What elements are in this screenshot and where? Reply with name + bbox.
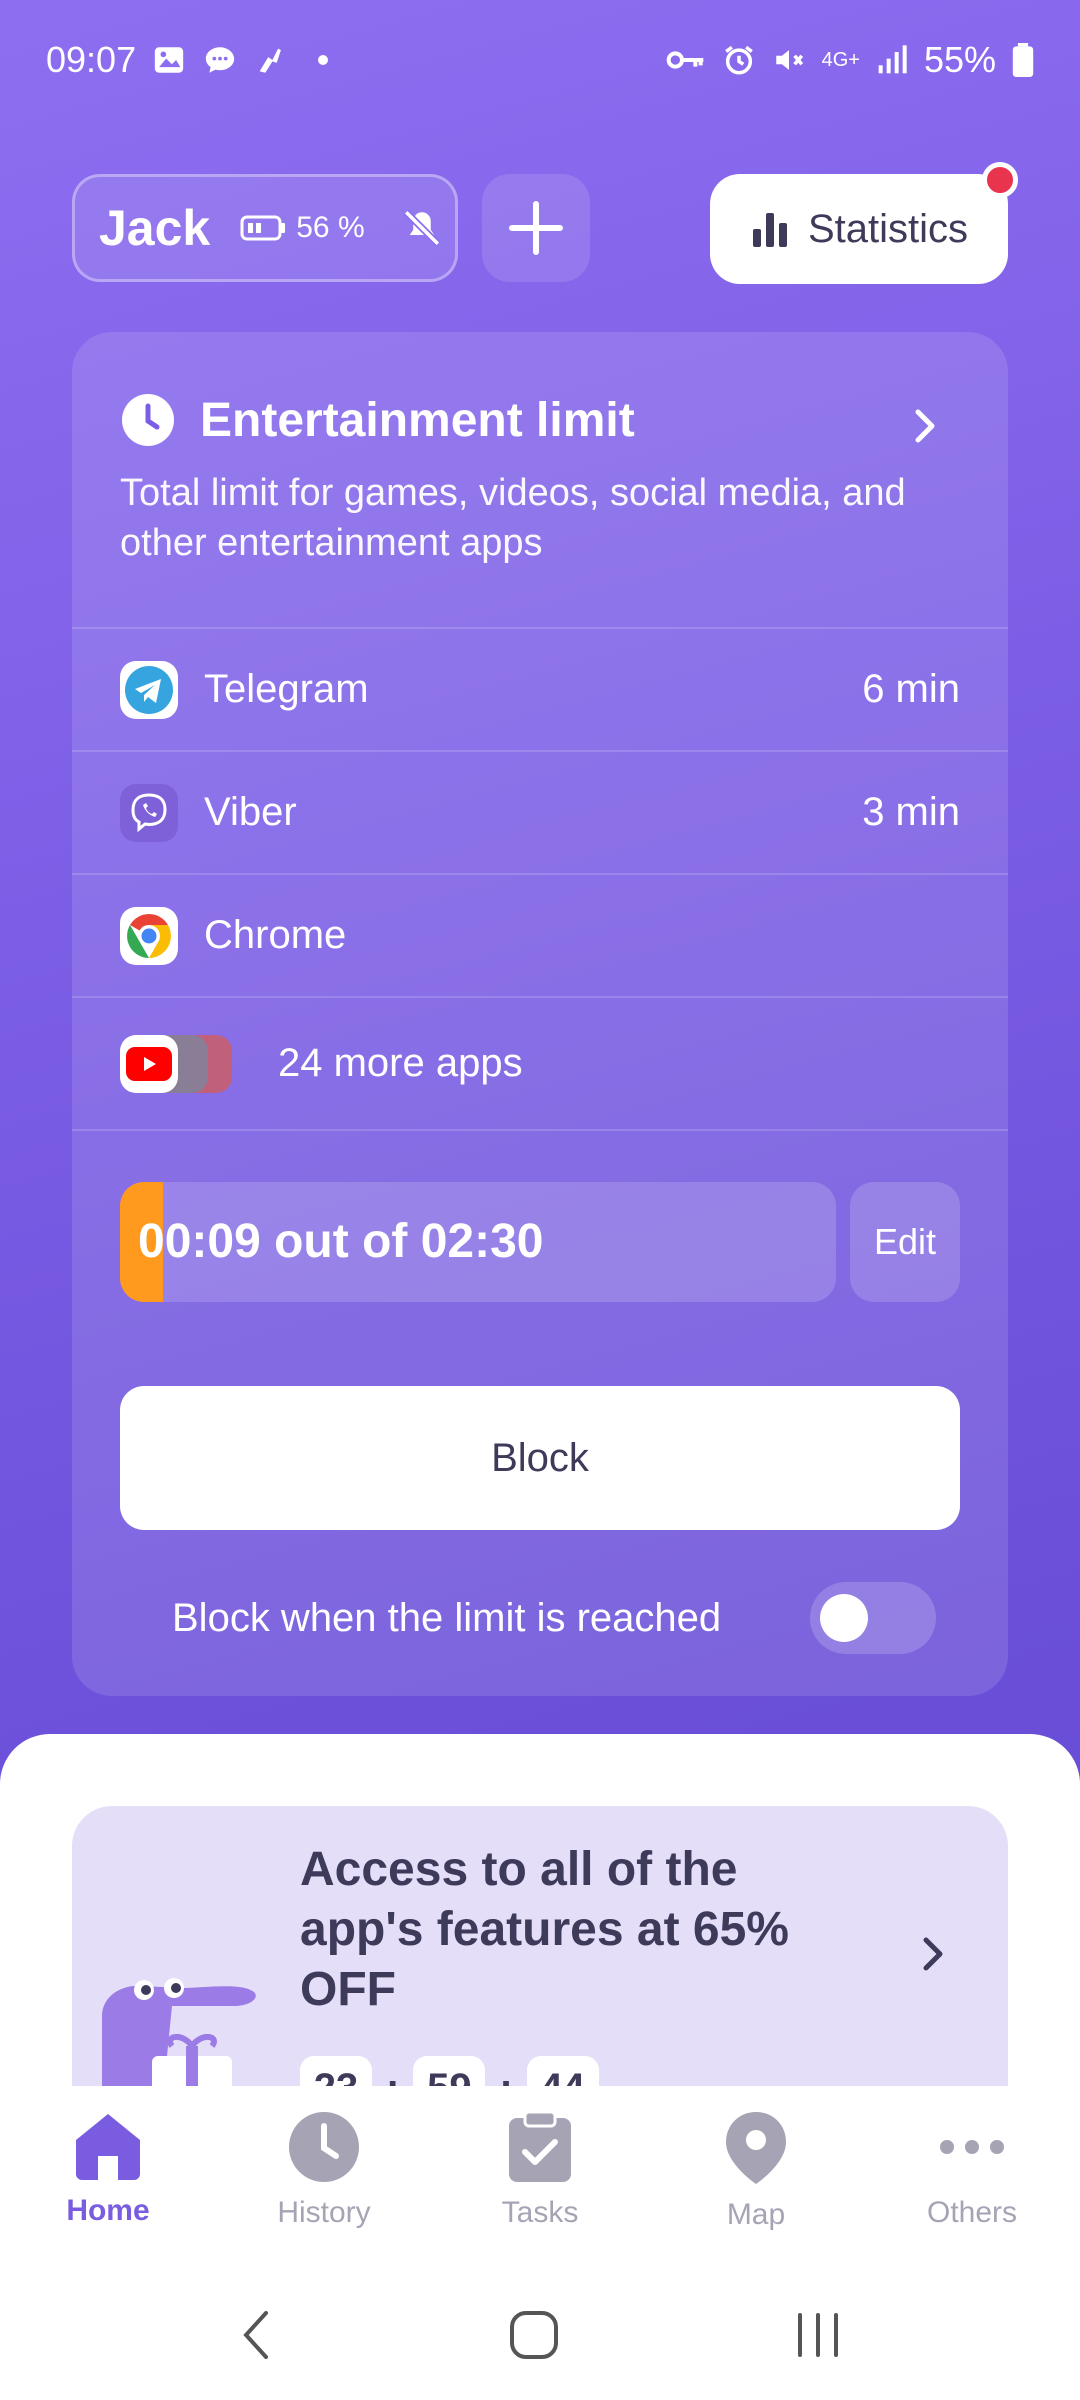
signal-icon bbox=[878, 45, 907, 74]
limit-progress-bar: 00:09 out of 02:30 bbox=[120, 1182, 836, 1302]
crocodile-mascot-icon bbox=[102, 1978, 256, 2096]
chevron-right-icon bbox=[923, 1937, 943, 1971]
limit-title: Entertainment limit bbox=[200, 393, 635, 447]
status-time: 09:07 bbox=[46, 39, 137, 80]
child-profile-selector[interactable]: Jack 56 % bbox=[72, 174, 458, 282]
plus-icon bbox=[509, 201, 563, 255]
header-row: Jack 56 % Statistics bbox=[72, 162, 1018, 284]
bottom-nav: Home History Tasks Map Others bbox=[0, 2086, 1080, 2286]
telegram-icon bbox=[120, 660, 178, 719]
message-icon bbox=[205, 47, 235, 73]
nav-map[interactable]: Map bbox=[648, 2086, 864, 2286]
nav-map-label: Map bbox=[726, 2198, 786, 2231]
app-row-viber[interactable]: Viber 3 min bbox=[72, 750, 1008, 873]
app-row-more[interactable]: 24 more apps bbox=[72, 996, 1008, 1131]
gallery-icon bbox=[154, 47, 184, 73]
add-child-button[interactable] bbox=[482, 174, 590, 282]
promo-banner[interactable]: Access to all of the app's features at 6… bbox=[72, 1806, 1008, 2096]
chevron-right-icon bbox=[915, 409, 935, 443]
network-type: 4G+ bbox=[821, 48, 860, 71]
more-icon bbox=[940, 2140, 1004, 2154]
youtube-icon bbox=[120, 1034, 178, 1093]
limit-progress-row: 00:09 out of 02:30 Edit bbox=[120, 1182, 960, 1302]
nav-history-label: History bbox=[277, 2196, 371, 2229]
recent-apps-icon[interactable] bbox=[792, 2309, 844, 2361]
promo-text: Access to all of the app's features at 6… bbox=[300, 1843, 789, 2016]
status-bar: 09:07 4G+ 55% bbox=[0, 0, 1080, 120]
app-row-telegram[interactable]: Telegram 6 min bbox=[72, 627, 1008, 750]
statistics-button[interactable]: Statistics bbox=[710, 162, 1018, 284]
app-row-chrome[interactable]: Chrome bbox=[72, 873, 1008, 996]
status-right: 4G+ 55% bbox=[666, 39, 1034, 81]
more-apps-label: 24 more apps bbox=[278, 1041, 523, 1085]
clock-icon bbox=[122, 394, 174, 446]
device-battery-icon bbox=[240, 215, 286, 241]
status-left: 09:07 bbox=[46, 39, 329, 81]
clock-icon bbox=[289, 2112, 359, 2182]
block-toggle-label: Block when the limit is reached bbox=[172, 1595, 722, 1640]
app-name: Telegram bbox=[204, 667, 369, 711]
app-name: Chrome bbox=[204, 913, 347, 957]
notification-badge bbox=[982, 162, 1018, 198]
nav-history[interactable]: History bbox=[216, 2086, 432, 2286]
back-icon[interactable] bbox=[236, 2305, 276, 2365]
app-notification-icon bbox=[259, 48, 282, 73]
limit-usage-text: 00:09 out of 02:30 bbox=[138, 1215, 544, 1268]
block-button[interactable]: Block bbox=[120, 1386, 960, 1530]
app-name: Viber bbox=[204, 790, 297, 834]
clipboard-icon bbox=[509, 2110, 571, 2182]
app-time: 6 min bbox=[862, 667, 960, 711]
block-toggle-row: Block when the limit is reached bbox=[120, 1578, 960, 1658]
nav-tasks[interactable]: Tasks bbox=[432, 2086, 648, 2286]
chrome-icon bbox=[120, 906, 178, 965]
alarm-icon bbox=[724, 45, 753, 75]
app-time: 3 min bbox=[862, 790, 960, 834]
viber-icon bbox=[120, 783, 178, 842]
nav-others[interactable]: Others bbox=[864, 2086, 1080, 2286]
notification-dot-icon bbox=[318, 55, 329, 65]
map-pin-icon bbox=[726, 2112, 786, 2184]
more-apps-icons bbox=[120, 1034, 250, 1093]
sound-off-icon bbox=[403, 209, 440, 247]
child-name: Jack bbox=[99, 200, 211, 256]
limit-description: Total limit for games, videos, social me… bbox=[120, 472, 906, 564]
battery-icon bbox=[1012, 43, 1034, 77]
statistics-label: Statistics bbox=[807, 206, 969, 251]
nav-home[interactable]: Home bbox=[0, 2086, 216, 2286]
bar-chart-icon bbox=[752, 213, 787, 247]
edit-limit-button[interactable]: Edit bbox=[850, 1182, 960, 1302]
home-square-icon[interactable] bbox=[508, 2309, 560, 2361]
toggle-knob bbox=[820, 1594, 868, 1642]
device-battery-level: 56 % bbox=[296, 211, 365, 244]
block-when-limit-toggle[interactable] bbox=[810, 1582, 936, 1654]
battery-percent: 55% bbox=[923, 39, 996, 80]
mute-icon bbox=[775, 50, 803, 70]
home-icon bbox=[76, 2114, 140, 2180]
nav-home-label: Home bbox=[66, 2194, 150, 2227]
nav-others-label: Others bbox=[926, 2196, 1018, 2229]
vpn-key-icon bbox=[666, 51, 703, 69]
nav-tasks-label: Tasks bbox=[501, 2196, 579, 2229]
system-nav-bar bbox=[0, 2270, 1080, 2400]
entertainment-limit-card: Entertainment limit Total limit for game… bbox=[72, 332, 1008, 1696]
